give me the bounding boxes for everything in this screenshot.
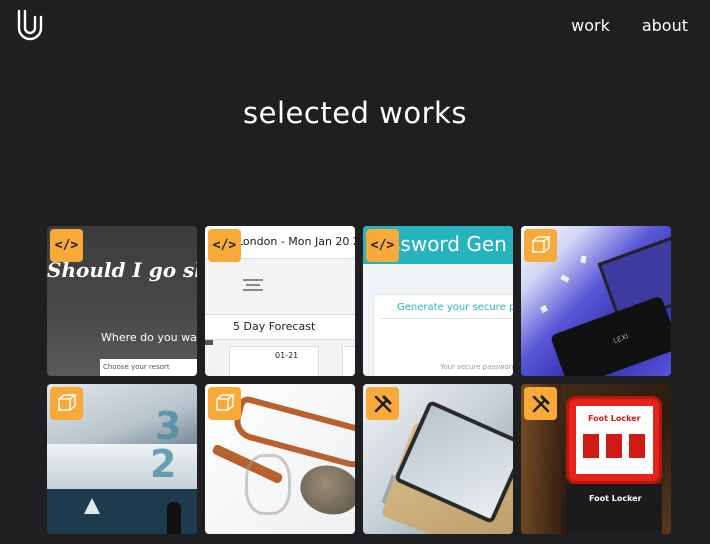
logo-icon[interactable] (15, 9, 45, 41)
kiosk-brand: Foot Locker (588, 414, 641, 423)
person-shape (167, 502, 181, 534)
code-icon: </> (50, 229, 83, 262)
divider (380, 318, 513, 319)
3d-cube-icon (208, 387, 241, 420)
forecast-bar: 5 Day Forecast (205, 314, 355, 340)
kiosk-brand-base: Foot Locker (589, 494, 642, 503)
work-tile-kiosk[interactable]: Foot Locker Foot Locker (521, 384, 671, 534)
tile-field-label: Your secure password (440, 363, 513, 371)
tools-icon (524, 387, 557, 420)
forecast-title: 5 Day Forecast (233, 320, 316, 333)
tile-header-text: London - Mon Jan 20 20 (237, 235, 355, 248)
tile-subtitle: Generate your secure pas (397, 302, 513, 313)
main-nav: work about (571, 16, 688, 35)
3d-cube-icon (50, 387, 83, 420)
glasses-clip (245, 454, 291, 515)
work-tile-signage[interactable]: 3 2 (47, 384, 197, 534)
work-tile-glasses[interactable] (205, 384, 355, 534)
nav-link-about[interactable]: about (642, 16, 688, 35)
kiosk-button (629, 434, 645, 458)
work-tile-password-generator[interactable]: ssword Gen Generate your secure pas Your… (363, 226, 513, 376)
sign-number: 2 (150, 442, 177, 486)
fog-icon (243, 276, 263, 294)
arrow-shape (84, 498, 100, 514)
work-tile-tablet-stand[interactable] (363, 384, 513, 534)
kiosk-stand (566, 484, 662, 534)
glasses-lens (294, 459, 355, 521)
forecast-day: 01-21 (275, 351, 299, 360)
forecast-card: 01-21 (229, 346, 319, 376)
work-tile-tablet-render[interactable]: LEXI (521, 226, 671, 376)
forecast-card (342, 346, 355, 376)
work-tile-ski-app[interactable]: Should I go skii Where do you wan Choose… (47, 226, 197, 376)
tile-question: Where do you wan (101, 331, 197, 344)
badge-text: </> (212, 238, 237, 253)
works-grid: Should I go skii Where do you wan Choose… (47, 226, 671, 534)
tools-icon (366, 387, 399, 420)
kiosk-button (606, 434, 622, 458)
nav-link-work[interactable]: work (571, 16, 610, 35)
work-tile-weather-app[interactable]: London - Mon Jan 20 20 5 Day Forecast 01… (205, 226, 355, 376)
3d-cube-icon (524, 229, 557, 262)
badge-text: </> (370, 238, 395, 253)
tile-input-mock: Choose your resort (100, 359, 197, 376)
tile-header-text: ssword Gen (390, 232, 507, 256)
badge-text: </> (54, 238, 79, 253)
page-title: selected works (243, 96, 467, 130)
code-icon: </> (208, 229, 241, 262)
kiosk-button (583, 434, 599, 458)
code-icon: </> (366, 229, 399, 262)
tablet-screen-text: LEXI (612, 332, 630, 346)
